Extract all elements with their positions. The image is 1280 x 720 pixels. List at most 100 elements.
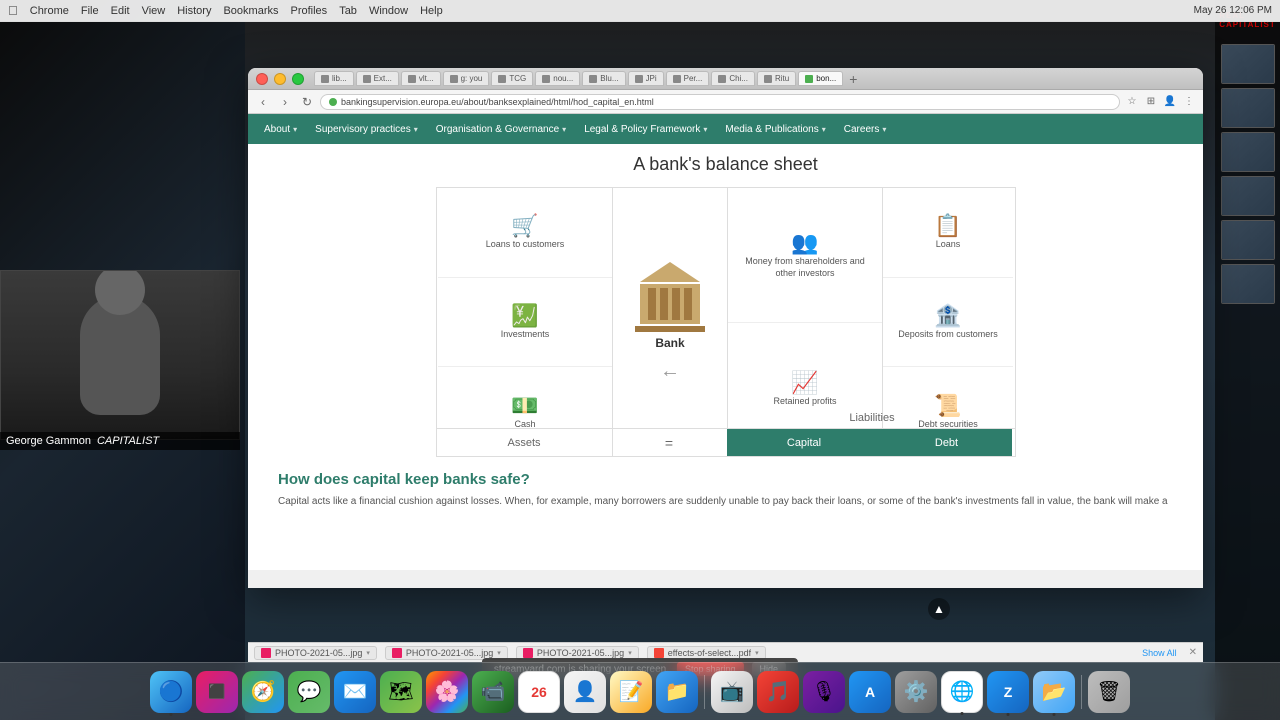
files-icon: 📁	[665, 679, 690, 704]
extension-button[interactable]: ⊞	[1143, 94, 1159, 110]
dock-item-launchpad[interactable]: ⬛	[196, 671, 238, 713]
chevron-icon-2: ▾	[628, 649, 632, 657]
dock-item-photos[interactable]: 🌸	[426, 671, 468, 713]
tab-1[interactable]: Ext...	[356, 71, 399, 86]
download-filename-2: PHOTO-2021-05...jpg	[537, 648, 624, 658]
dock-item-appstore[interactable]: A	[849, 671, 891, 713]
tab-active[interactable]: bon...	[798, 71, 843, 86]
scroll-up-button[interactable]: ▲	[928, 598, 950, 620]
dock-item-music[interactable]: 🎵	[757, 671, 799, 713]
nav-media[interactable]: Media & Publications ▾	[717, 120, 833, 139]
close-button[interactable]	[256, 73, 268, 85]
dock-item-chrome[interactable]: 🌐	[941, 671, 983, 713]
bookmark-button[interactable]: ☆	[1124, 94, 1140, 110]
dock-item-finder2[interactable]: 📂	[1033, 671, 1075, 713]
dock-running-dot-chrome	[961, 712, 964, 715]
loans-icon: 📋	[934, 213, 961, 239]
bank-base	[635, 326, 705, 332]
nav-toolbar: ‹ › ↻ bankingsupervision.europa.eu/about…	[248, 90, 1203, 114]
download-item-0[interactable]: PHOTO-2021-05...jpg ▾	[254, 646, 377, 660]
tab-favicon-1	[363, 75, 371, 83]
menu-chrome[interactable]: Chrome	[30, 5, 69, 17]
deposits-item: 🏦 Deposits from customers	[883, 278, 1013, 368]
dock-item-mail[interactable]: ✉️	[334, 671, 376, 713]
menu-view[interactable]: View	[142, 5, 166, 17]
tab-9[interactable]: Chi...	[711, 71, 755, 86]
appletv-icon: 📺	[720, 679, 745, 704]
dock-item-messages[interactable]: 💬	[288, 671, 330, 713]
thumbnail-5[interactable]	[1221, 220, 1275, 260]
menu-button[interactable]: ⋮	[1181, 94, 1197, 110]
menu-history[interactable]: History	[177, 5, 211, 17]
downloads-close-button[interactable]: ✕	[1189, 647, 1197, 658]
back-button[interactable]: ‹	[254, 93, 272, 111]
tab-favicon-10	[764, 75, 772, 83]
apple-menu[interactable]: 	[8, 3, 18, 18]
menu-bookmarks[interactable]: Bookmarks	[223, 5, 278, 17]
tab-5[interactable]: nou...	[535, 71, 580, 86]
menubar-time: May 26 12:06 PM	[1194, 5, 1272, 16]
menu-profiles[interactable]: Profiles	[291, 5, 328, 17]
menu-window[interactable]: Window	[369, 5, 408, 17]
retained-label: Retained profits	[773, 396, 836, 408]
dock-item-zoom[interactable]: Z	[987, 671, 1029, 713]
thumbnail-6[interactable]	[1221, 264, 1275, 304]
tab-3[interactable]: g: you	[443, 71, 490, 86]
menu-help[interactable]: Help	[420, 5, 443, 17]
dock-item-trash[interactable]: 🗑	[1088, 671, 1130, 713]
finder2-icon: 📂	[1042, 679, 1067, 704]
webcam-person-name: George Gammon	[6, 435, 91, 447]
forward-button[interactable]: ›	[276, 93, 294, 111]
new-tab-button[interactable]: +	[849, 71, 857, 87]
dock-item-contacts[interactable]: 👤	[564, 671, 606, 713]
investments-icon: 💹	[511, 303, 538, 329]
profile-button[interactable]: 👤	[1162, 94, 1178, 110]
dock-item-notes[interactable]: 📝	[610, 671, 652, 713]
nav-legal[interactable]: Legal & Policy Framework ▾	[576, 120, 715, 139]
tab-10[interactable]: Ritu	[757, 71, 796, 86]
thumbnail-3[interactable]	[1221, 132, 1275, 172]
cash-icon: 💵	[511, 393, 538, 419]
dock-item-calendar[interactable]: 26	[518, 671, 560, 713]
dock-item-maps[interactable]: 🗺	[380, 671, 422, 713]
deposits-icon: 🏦	[934, 303, 961, 329]
thumbnail-1[interactable]	[1221, 44, 1275, 84]
maps-icon: 🗺	[388, 679, 413, 704]
show-all-downloads[interactable]: Show All	[1142, 648, 1177, 658]
nav-organisation[interactable]: Organisation & Governance ▾	[428, 120, 574, 139]
dock-item-appletv[interactable]: 📺	[711, 671, 753, 713]
dock-item-facetime[interactable]: 📹	[472, 671, 514, 713]
chrome-icon: 🌐	[950, 679, 975, 704]
tab-4[interactable]: TCG	[491, 71, 533, 86]
dock-item-settings[interactable]: ⚙️	[895, 671, 937, 713]
dock-item-files[interactable]: 📁	[656, 671, 698, 713]
thumbnail-4[interactable]	[1221, 176, 1275, 216]
dock-item-podcasts[interactable]: 🎙	[803, 671, 845, 713]
tab-7[interactable]: JPi	[628, 71, 664, 86]
tab-0[interactable]: lib...	[314, 71, 354, 86]
thumbnail-2[interactable]	[1221, 88, 1275, 128]
dock-item-safari[interactable]: 🧭	[242, 671, 284, 713]
nav-about[interactable]: About ▾	[256, 120, 305, 139]
tab-8[interactable]: Per...	[666, 71, 710, 86]
webcam-label: George Gammon CAPITALIST	[0, 432, 240, 450]
tab-6[interactable]: Blu...	[582, 71, 625, 86]
messages-icon: 💬	[297, 679, 322, 704]
tab-favicon-9	[718, 75, 726, 83]
nav-supervisory[interactable]: Supervisory practices ▾	[307, 120, 426, 139]
tab-favicon-7	[635, 75, 643, 83]
chevron-down-icon-5: ▾	[822, 125, 826, 134]
menu-edit[interactable]: Edit	[111, 5, 130, 17]
menu-tab[interactable]: Tab	[339, 5, 357, 17]
address-bar[interactable]: bankingsupervision.europa.eu/about/banks…	[320, 94, 1120, 110]
tab-2[interactable]: vlt...	[401, 71, 441, 86]
how-capital-title: How does capital keep banks safe?	[278, 471, 1173, 488]
reload-button[interactable]: ↻	[298, 93, 316, 111]
dock-item-finder[interactable]: 🔵	[150, 671, 192, 713]
maximize-button[interactable]	[292, 73, 304, 85]
nav-careers[interactable]: Careers ▾	[836, 120, 895, 139]
minimize-button[interactable]	[274, 73, 286, 85]
tab-favicon-active	[805, 75, 813, 83]
menu-file[interactable]: File	[81, 5, 99, 17]
menubar:  Chrome File Edit View History Bookmark…	[0, 0, 1280, 22]
